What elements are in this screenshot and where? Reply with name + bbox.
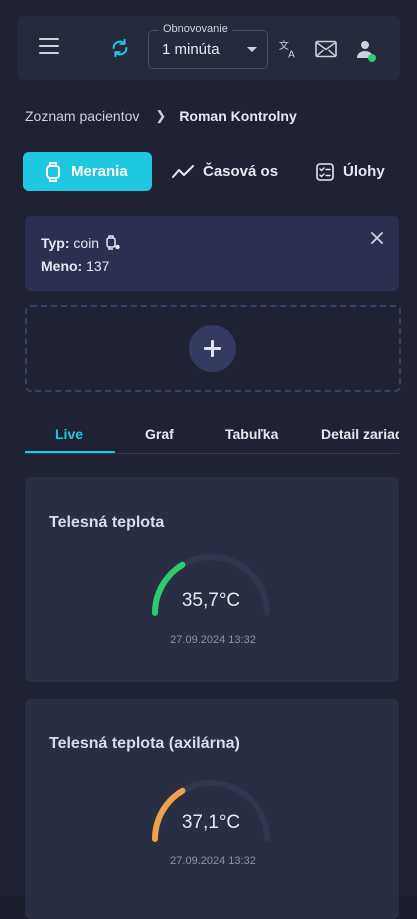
tab-label: Úlohy: [343, 163, 385, 180]
refresh-icon[interactable]: [109, 37, 131, 59]
active-subtab-indicator: [25, 451, 115, 453]
breadcrumb-current: Roman Kontrolny: [179, 108, 297, 124]
svg-text:A: A: [288, 49, 295, 60]
select-legend: Obnovovanie: [159, 23, 232, 35]
device-name-label: Meno:: [41, 258, 83, 274]
tasks-icon: [316, 162, 334, 181]
translate-icon[interactable]: 文 A: [278, 38, 300, 60]
refresh-interval-select[interactable]: Obnovovanie 1 minúta: [148, 23, 268, 69]
online-status-dot: [368, 54, 376, 62]
measurement-value: 37,1°C: [181, 812, 241, 833]
tab-casova-os[interactable]: Časová os: [172, 152, 278, 191]
subtabs: Live Graf Tabuľka Detail zariadenia: [25, 418, 399, 454]
top-bar: Obnovovanie 1 minúta 文 A: [17, 16, 400, 80]
select-value: 1 minúta: [162, 41, 220, 58]
app-frame: Obnovovanie 1 minúta 文 A Zoznam paciento…: [0, 0, 417, 919]
tab-label: Časová os: [203, 163, 279, 180]
chevron-down-icon: [247, 47, 257, 52]
watch-icon: [46, 161, 60, 182]
add-device-dropzone: [25, 305, 401, 392]
subtab-detail[interactable]: Detail zariadenia: [321, 426, 399, 442]
close-icon[interactable]: [371, 232, 383, 244]
measurement-title: Telesná teplota: [49, 514, 165, 531]
mail-icon[interactable]: [315, 40, 337, 58]
subtab-live[interactable]: Live: [55, 426, 83, 442]
measurement-timestamp: 27.09.2024 13:32: [170, 855, 256, 867]
breadcrumb-patients-link[interactable]: Zoznam pacientov: [25, 108, 139, 124]
measurement-timestamp: 27.09.2024 13:32: [170, 634, 256, 646]
chevron-right-icon: ❯: [155, 108, 167, 123]
tab-label: Merania: [71, 163, 128, 180]
watch-settings-icon: [106, 235, 120, 250]
measurement-card: Telesná teplota 35,7°C 27.09.2024 13:32: [25, 477, 399, 682]
device-type-label: Typ:: [41, 235, 70, 251]
device-name-row: Meno: 137: [41, 258, 109, 274]
subtab-tabulka[interactable]: Tabuľka: [225, 426, 278, 442]
measurement-value: 35,7°C: [181, 590, 241, 611]
menu-icon[interactable]: [39, 38, 59, 56]
breadcrumb: Zoznam pacientov ❯ Roman Kontrolny: [25, 108, 297, 124]
add-device-button[interactable]: [189, 325, 236, 372]
measurement-card: Telesná teplota (axilárna) 37,1°C 27.09.…: [25, 699, 399, 919]
device-name-value: 137: [86, 258, 110, 274]
measurement-title: Telesná teplota (axilárna): [49, 735, 240, 752]
device-type-value: coin: [73, 235, 100, 251]
tab-merania[interactable]: Merania: [23, 152, 152, 191]
subtab-graf[interactable]: Graf: [145, 426, 174, 442]
device-card: Typ: coin Meno: 137: [25, 216, 399, 291]
trend-icon: [172, 164, 194, 178]
device-type-row: Typ: coin: [41, 235, 121, 251]
tab-ulohy[interactable]: Úlohy: [316, 152, 385, 191]
